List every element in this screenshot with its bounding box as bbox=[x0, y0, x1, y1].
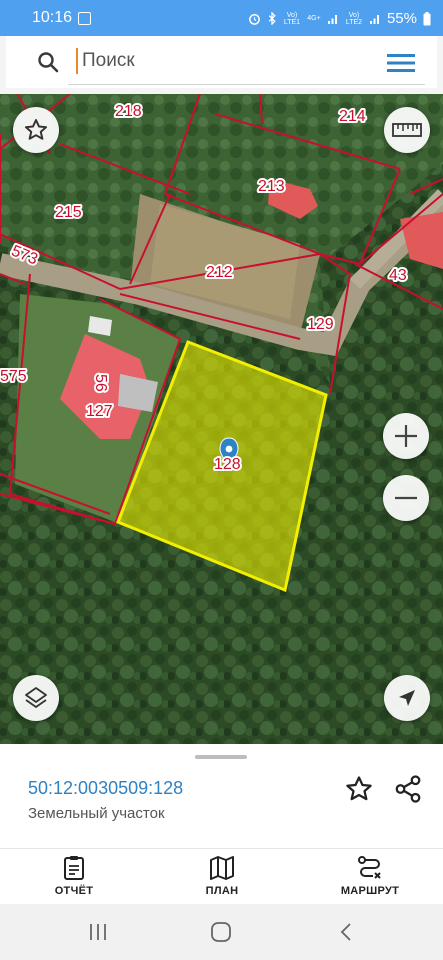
tab-report-label: ОТЧЁТ bbox=[54, 885, 94, 897]
parcel-label[interactable]: 573 bbox=[7, 241, 42, 271]
parcel-label[interactable]: 56 bbox=[90, 372, 111, 394]
status-bar: 10:16 Vo) LTE1 4G+ Vo) LTE2 55% bbox=[0, 0, 443, 36]
ruler-icon bbox=[392, 123, 422, 137]
location-arrow-icon bbox=[399, 690, 415, 706]
battery-icon bbox=[423, 11, 431, 25]
tab-route[interactable]: МАРШРУТ bbox=[320, 855, 420, 905]
parcel-label[interactable]: 218 bbox=[113, 101, 144, 122]
minus-icon bbox=[395, 496, 417, 500]
plus-icon bbox=[395, 425, 417, 447]
battery-level: 55% bbox=[386, 10, 417, 27]
parcel-info-panel[interactable]: 50:12:0030509:128 Земельный участок bbox=[0, 744, 443, 848]
object-type: Земельный участок bbox=[28, 805, 165, 822]
drag-handle[interactable] bbox=[195, 755, 247, 759]
tab-plan[interactable]: ПЛАН bbox=[172, 855, 272, 905]
parcel-label[interactable]: 212 bbox=[204, 262, 235, 283]
recent-apps-icon[interactable] bbox=[88, 922, 108, 942]
status-time: 10:16 bbox=[32, 9, 73, 26]
tab-plan-label: ПЛАН bbox=[205, 885, 239, 897]
system-nav-bar bbox=[0, 904, 443, 960]
bottom-tab-bar: ОТЧЁТ ПЛАН МАРШРУТ bbox=[0, 848, 443, 905]
search-input[interactable] bbox=[76, 48, 382, 74]
menu-icon[interactable] bbox=[387, 54, 415, 72]
report-icon bbox=[64, 856, 84, 880]
share-icon[interactable] bbox=[393, 774, 423, 804]
parcel-label[interactable]: 127 bbox=[84, 401, 115, 422]
zoom-in-button[interactable] bbox=[383, 413, 429, 459]
network-label-2: 4G+ bbox=[307, 15, 321, 22]
search-bar bbox=[6, 36, 437, 88]
home-icon[interactable] bbox=[210, 921, 232, 943]
selected-parcel-label[interactable]: 128 bbox=[212, 454, 243, 475]
alarm-icon bbox=[249, 14, 260, 25]
parcel-label[interactable]: 129 bbox=[305, 314, 336, 335]
parcel-label[interactable]: 215 bbox=[53, 202, 84, 223]
signal-icon-2 bbox=[369, 14, 379, 24]
layers-icon bbox=[25, 687, 47, 708]
search-icon[interactable] bbox=[36, 50, 60, 74]
back-icon[interactable] bbox=[338, 922, 354, 942]
tab-report[interactable]: ОТЧЁТ bbox=[24, 855, 124, 905]
network-label-3: Vo) LTE2 bbox=[345, 11, 363, 26]
parcel-label[interactable]: 213 bbox=[256, 176, 287, 197]
star-icon bbox=[24, 119, 48, 140]
parcel-label[interactable]: 575 bbox=[0, 366, 29, 387]
parcel-label[interactable]: 43 bbox=[387, 265, 409, 286]
layers-button[interactable] bbox=[13, 675, 59, 721]
status-icons: Vo) LTE1 4G+ Vo) LTE2 55% bbox=[248, 10, 431, 27]
route-icon bbox=[358, 856, 381, 879]
map-icon bbox=[210, 856, 234, 880]
search-underline bbox=[68, 84, 425, 85]
tab-route-label: МАРШРУТ bbox=[340, 885, 400, 897]
map-view[interactable]: 218 214 213 215 212 573 43 129 575 56 12… bbox=[0, 94, 443, 744]
network-label-1: Vo) LTE1 bbox=[283, 11, 301, 26]
notification-icon bbox=[78, 12, 91, 25]
signal-icon bbox=[327, 14, 337, 24]
ruler-button[interactable] bbox=[384, 107, 430, 153]
parcel-label[interactable]: 214 bbox=[337, 106, 368, 127]
zoom-out-button[interactable] bbox=[383, 475, 429, 521]
favorite-icon[interactable] bbox=[344, 774, 374, 804]
bluetooth-icon bbox=[268, 12, 276, 25]
cadastral-number[interactable]: 50:12:0030509:128 bbox=[28, 778, 183, 799]
favorite-map-button[interactable] bbox=[13, 107, 59, 153]
parcel-labels: 218 214 213 215 212 573 43 129 575 56 12… bbox=[0, 101, 409, 475]
my-location-button[interactable] bbox=[384, 675, 430, 721]
